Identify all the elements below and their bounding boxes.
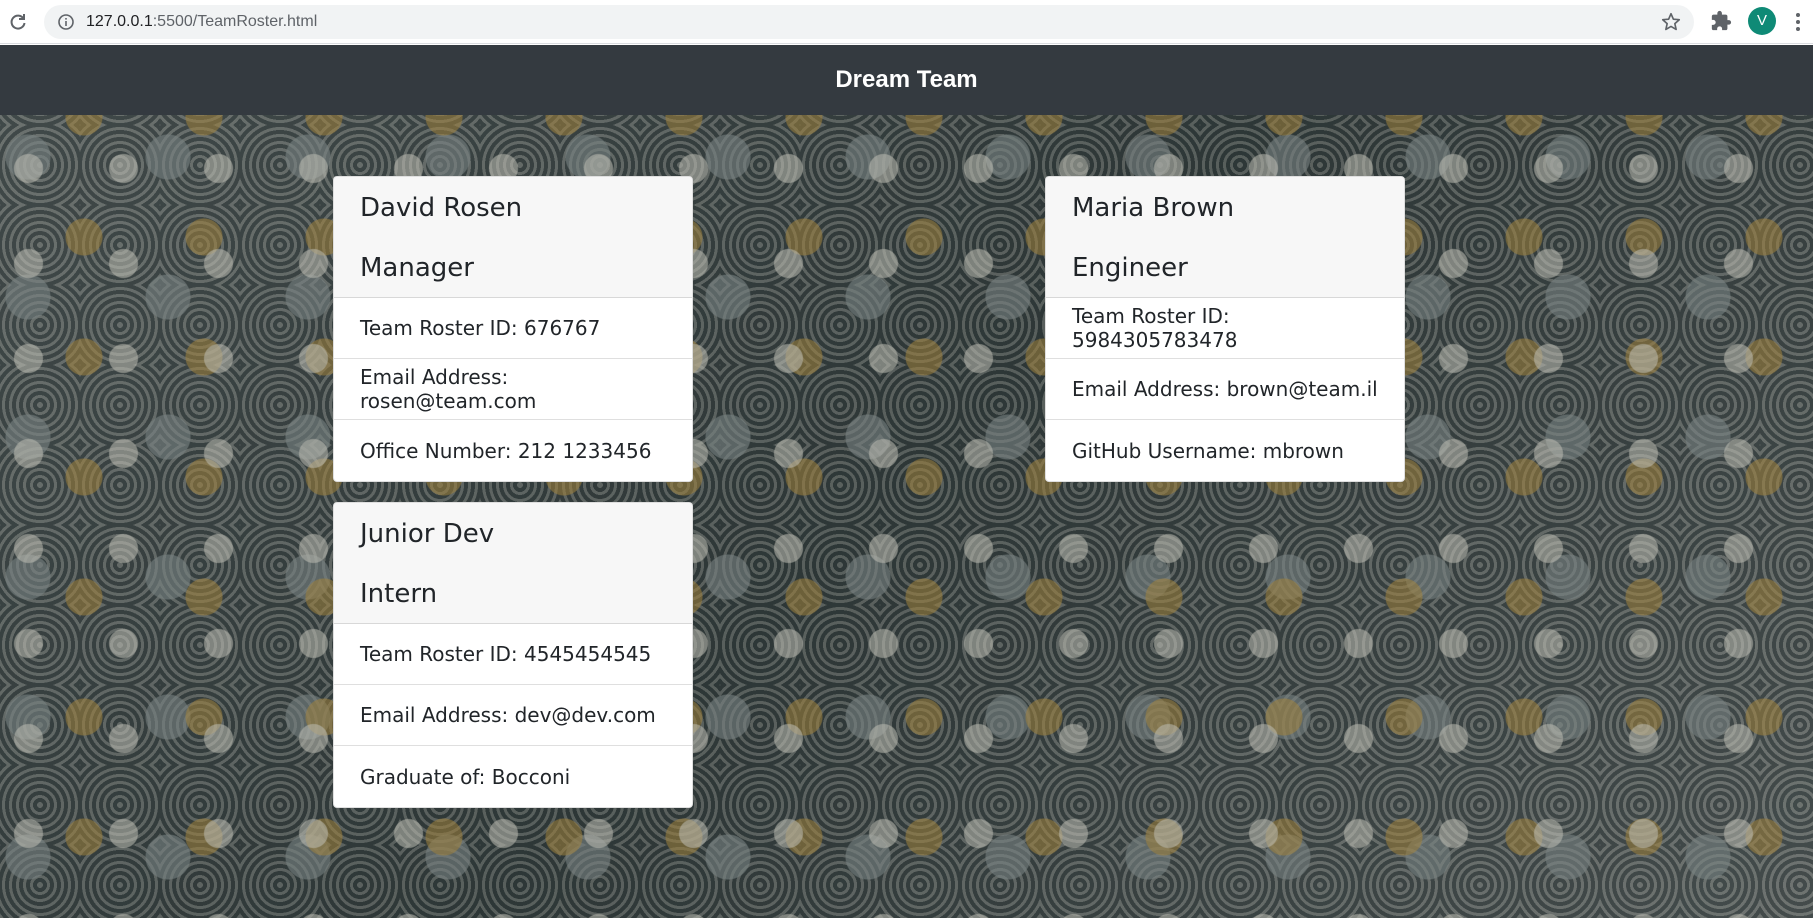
employee-name: David Rosen xyxy=(360,193,523,223)
avatar[interactable]: V xyxy=(1748,7,1776,35)
roster-id: Team Roster ID: 4545454545 xyxy=(334,624,692,685)
page-background: Dream Team David Rosen Manager Team Rost… xyxy=(0,45,1813,918)
employee-name: Maria Brown xyxy=(1072,193,1235,223)
github-username: GitHub Username: mbrown xyxy=(1072,438,1344,463)
url-path: :5500/TeamRoster.html xyxy=(152,13,318,30)
email-address: Email Address: rosen@team.com xyxy=(334,359,692,420)
card-header: Maria Brown Engineer xyxy=(1046,177,1404,298)
url-text[interactable]: 127.0.0.1:5500/TeamRoster.html xyxy=(86,13,317,31)
employee-card: David Rosen Manager Team Roster ID: 6767… xyxy=(333,176,693,482)
info-icon[interactable] xyxy=(58,14,74,30)
address-bar[interactable]: 127.0.0.1:5500/TeamRoster.html xyxy=(44,5,1694,39)
reload-icon[interactable] xyxy=(6,10,30,34)
employee-card: Junior Dev Intern Team Roster ID: 454545… xyxy=(333,502,693,808)
employee-name: Junior Dev xyxy=(360,519,495,549)
page-title: Dream Team xyxy=(835,66,978,93)
browser-toolbar: 127.0.0.1:5500/TeamRoster.html V xyxy=(0,0,1813,44)
roster-id: Team Roster ID: 676767 xyxy=(334,298,692,359)
puzzle-icon[interactable] xyxy=(1710,10,1732,32)
employee-card: Maria Brown Engineer Team Roster ID: 598… xyxy=(1045,176,1405,482)
url-host: 127.0.0.1 xyxy=(86,13,153,30)
card-header: Junior Dev Intern xyxy=(334,503,692,624)
star-icon[interactable] xyxy=(1660,11,1682,33)
navbar: Dream Team xyxy=(0,45,1813,115)
email-address: Email Address: brown@team.il xyxy=(1046,359,1404,420)
office-number: Office Number: 212 1233456 xyxy=(360,438,652,463)
card-header: David Rosen Manager xyxy=(334,177,692,298)
email-address: Email Address: dev@dev.com xyxy=(334,685,692,746)
kebab-menu-icon[interactable] xyxy=(1790,10,1806,34)
roster-id: Team Roster ID: 5984305783478 xyxy=(1046,298,1404,359)
school-name: Graduate of: Bocconi xyxy=(360,764,571,789)
